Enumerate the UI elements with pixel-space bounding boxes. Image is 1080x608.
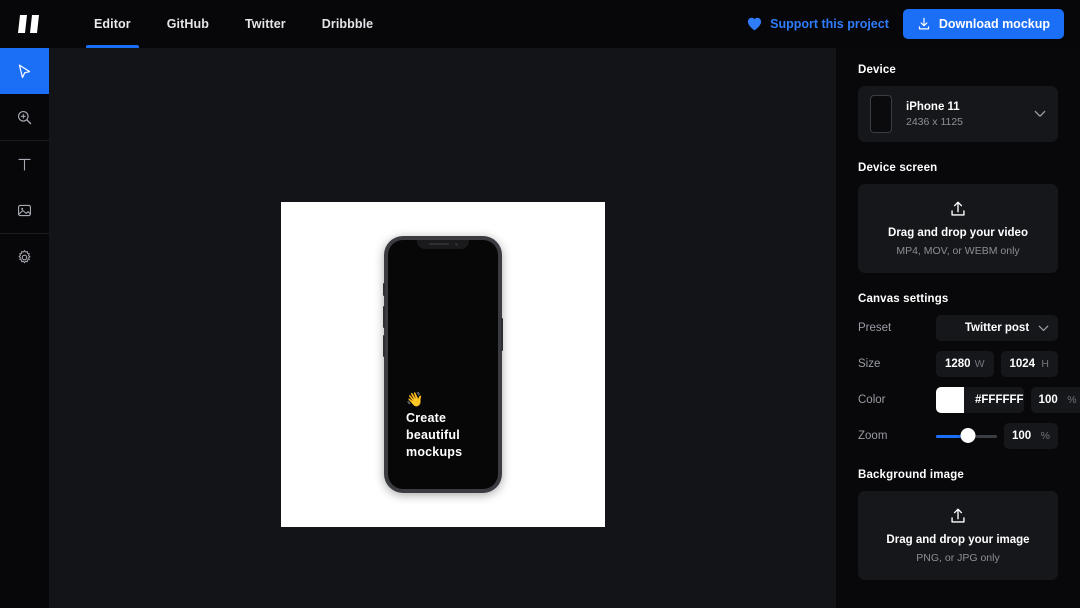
phone-mockup[interactable]: 👋 Create beautiful mockups bbox=[383, 236, 503, 493]
nav-item-github[interactable]: GitHub bbox=[149, 0, 227, 48]
preset-row: Preset Twitter post bbox=[858, 315, 1058, 341]
color-input-group[interactable]: #FFFFFF bbox=[936, 387, 1024, 413]
video-dropzone[interactable]: Drag and drop your video MP4, MOV, or WE… bbox=[858, 184, 1058, 273]
size-row: Size 1280 W 1024 H bbox=[858, 351, 1058, 377]
color-swatch[interactable] bbox=[936, 387, 964, 413]
waving-hand-icon: 👋 bbox=[406, 391, 424, 407]
zoom-slider-thumb[interactable] bbox=[960, 428, 976, 443]
color-row: Color #FFFFFF 100 % bbox=[858, 387, 1080, 413]
app-root: Editor GitHub Twitter Dribbble Support t… bbox=[0, 0, 1080, 608]
device-selector[interactable]: iPhone 11 2436 x 1125 bbox=[858, 86, 1058, 142]
phone-headline: Create beautiful mockups bbox=[406, 410, 462, 461]
chevron-down-icon bbox=[1034, 110, 1046, 117]
main-nav: Editor GitHub Twitter Dribbble bbox=[76, 0, 391, 48]
video-dropzone-subtitle: MP4, MOV, or WEBM only bbox=[896, 245, 1020, 257]
device-resolution: 2436 x 1125 bbox=[906, 115, 964, 128]
device-section-title: Device bbox=[858, 64, 896, 76]
canvas-height-input[interactable]: 1024 H bbox=[1000, 351, 1058, 377]
zoom-label: Zoom bbox=[858, 430, 888, 442]
heart-icon bbox=[748, 17, 762, 31]
device-name: iPhone 11 bbox=[906, 100, 960, 113]
nav-label-editor: Editor bbox=[94, 17, 131, 31]
top-bar-actions: Support this project Download mockup bbox=[747, 9, 1080, 39]
color-opacity-unit: % bbox=[1067, 394, 1077, 406]
left-toolbar bbox=[0, 48, 49, 608]
color-opacity-value: 100 bbox=[1038, 394, 1058, 406]
canvas-stage[interactable]: 👋 Create beautiful mockups bbox=[49, 48, 836, 608]
phone-headline-line-1: Create bbox=[406, 411, 447, 425]
nav-item-editor[interactable]: Editor bbox=[76, 0, 149, 48]
color-label: Color bbox=[858, 394, 886, 406]
chevron-down-icon bbox=[1038, 325, 1049, 331]
phone-screen-content: 👋 Create beautiful mockups bbox=[406, 391, 462, 461]
phone-notch bbox=[417, 240, 469, 249]
canvas-height-value: 1024 bbox=[1009, 358, 1036, 370]
size-label: Size bbox=[858, 358, 881, 370]
support-project-link[interactable]: Support this project bbox=[747, 17, 889, 31]
nav-item-dribbble[interactable]: Dribbble bbox=[304, 0, 392, 48]
zoom-slider[interactable] bbox=[936, 423, 997, 449]
settings-tool-button[interactable] bbox=[0, 234, 49, 280]
preset-select[interactable]: Twitter post bbox=[936, 315, 1058, 341]
zoom-value: 100 bbox=[1012, 430, 1032, 442]
color-opacity-input[interactable]: 100 % bbox=[1030, 387, 1080, 413]
select-tool-button[interactable] bbox=[0, 48, 49, 94]
device-info: iPhone 11 2436 x 1125 bbox=[906, 101, 1034, 128]
nav-item-twitter[interactable]: Twitter bbox=[227, 0, 304, 48]
cursor-icon bbox=[18, 64, 31, 78]
canvas-height-unit: H bbox=[1041, 358, 1049, 370]
background-dropzone-title: Drag and drop your image bbox=[886, 534, 1030, 546]
top-navigation-bar: Editor GitHub Twitter Dribbble Support t… bbox=[0, 0, 1080, 48]
download-icon bbox=[918, 17, 930, 30]
upload-icon bbox=[951, 201, 965, 216]
gear-icon bbox=[18, 249, 31, 263]
app-logo[interactable] bbox=[6, 0, 54, 48]
size-control: 1280 W 1024 H bbox=[936, 351, 1058, 377]
nav-label-dribbble: Dribbble bbox=[321, 17, 374, 31]
phone-mute-switch bbox=[383, 283, 385, 296]
zoom-unit: % bbox=[1040, 430, 1050, 442]
device-thumbnail-icon bbox=[870, 95, 892, 133]
phone-headline-line-3: mockups bbox=[406, 445, 463, 459]
canvas-width-unit: W bbox=[974, 358, 985, 370]
nav-label-github: GitHub bbox=[166, 17, 209, 31]
background-image-dropzone[interactable]: Drag and drop your image PNG, or JPG onl… bbox=[858, 491, 1058, 580]
text-icon bbox=[18, 158, 31, 171]
canvas-width-value: 1280 bbox=[945, 358, 971, 370]
preset-value: Twitter post bbox=[964, 322, 1030, 334]
logo-icon bbox=[18, 15, 39, 33]
phone-screen[interactable]: 👋 Create beautiful mockups bbox=[388, 240, 498, 489]
preset-control: Twitter post bbox=[936, 315, 1058, 341]
canvas-settings-section-title: Canvas settings bbox=[858, 293, 949, 305]
nav-label-twitter: Twitter bbox=[244, 17, 286, 31]
download-mockup-button[interactable]: Download mockup bbox=[902, 9, 1064, 39]
phone-power-button bbox=[501, 318, 503, 351]
text-tool-button[interactable] bbox=[0, 141, 49, 187]
video-dropzone-title: Drag and drop your video bbox=[888, 227, 1028, 239]
upload-icon bbox=[951, 508, 965, 523]
preset-label: Preset bbox=[858, 322, 892, 334]
right-settings-panel: Device iPhone 11 2436 x 1125 Device scre… bbox=[836, 48, 1080, 608]
device-screen-section-title: Device screen bbox=[858, 162, 938, 174]
download-label: Download mockup bbox=[938, 17, 1050, 31]
phone-headline-line-2: beautiful bbox=[406, 428, 460, 442]
color-hex-value: #FFFFFF bbox=[975, 394, 1024, 406]
artboard[interactable]: 👋 Create beautiful mockups bbox=[281, 202, 605, 527]
phone-speaker bbox=[429, 243, 449, 245]
phone-front-camera bbox=[455, 243, 458, 246]
image-icon bbox=[17, 204, 32, 216]
background-dropzone-subtitle: PNG, or JPG only bbox=[916, 552, 1000, 564]
color-control: #FFFFFF 100 % bbox=[936, 387, 1080, 413]
phone-volume-down-button bbox=[383, 335, 385, 357]
canvas-width-input[interactable]: 1280 W bbox=[936, 351, 994, 377]
zoom-value-input[interactable]: 100 % bbox=[1004, 423, 1058, 449]
image-tool-button[interactable] bbox=[0, 187, 49, 233]
support-label: Support this project bbox=[770, 17, 889, 31]
zoom-in-icon bbox=[17, 110, 32, 124]
background-image-section-title: Background image bbox=[858, 469, 964, 481]
phone-volume-up-button bbox=[383, 306, 385, 328]
zoom-control: 100 % bbox=[936, 423, 1058, 449]
zoom-tool-button[interactable] bbox=[0, 94, 49, 140]
zoom-row: Zoom 100 % bbox=[858, 423, 1058, 449]
